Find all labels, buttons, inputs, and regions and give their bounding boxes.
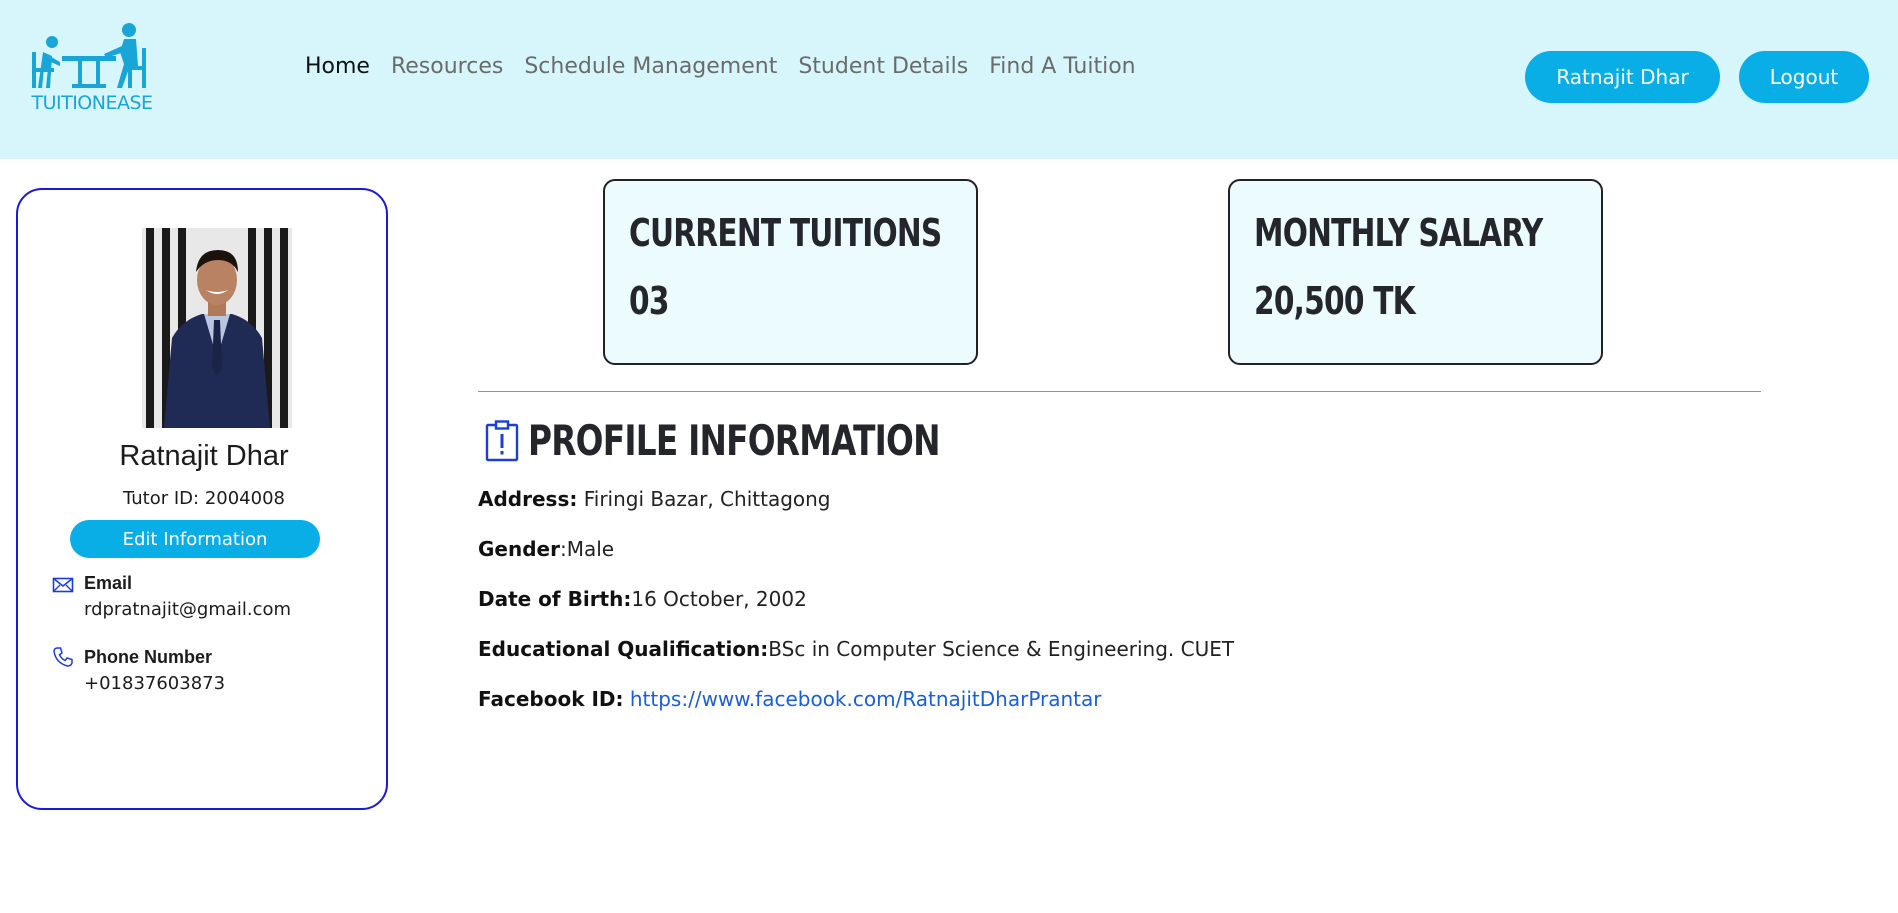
facebook-row: Facebook ID: https://www.facebook.com/Ra… bbox=[478, 687, 1102, 711]
education-value: BSc in Computer Science & Engineering. C… bbox=[768, 637, 1235, 661]
logo[interactable]: TUITIONEASE bbox=[26, 22, 158, 118]
nav-home[interactable]: Home bbox=[305, 54, 370, 79]
user-profile-button[interactable]: Ratnajit Dhar bbox=[1525, 51, 1720, 103]
monthly-salary-card: MONTHLY SALARY 20,500 TK bbox=[1228, 179, 1603, 365]
dob-label: Date of Birth: bbox=[478, 587, 632, 611]
phone-icon bbox=[53, 647, 73, 667]
dob-row: Date of Birth:16 October, 2002 bbox=[478, 587, 807, 611]
current-tuitions-value: 03 bbox=[629, 279, 669, 323]
gender-label: Gender bbox=[478, 537, 560, 561]
main-nav: Home Resources Schedule Management Stude… bbox=[305, 54, 1136, 79]
gender-row: Gender:Male bbox=[478, 537, 614, 561]
facebook-label: Facebook ID: bbox=[478, 687, 624, 711]
avatar bbox=[142, 228, 292, 428]
tutor-desk-logo-icon bbox=[32, 23, 146, 88]
edit-information-button[interactable]: Edit Information bbox=[70, 520, 320, 558]
monthly-salary-label: MONTHLY SALARY bbox=[1254, 211, 1543, 255]
phone-label: Phone Number bbox=[84, 647, 213, 667]
profile-name: Ratnajit Dhar bbox=[119, 440, 289, 472]
nav-student-details[interactable]: Student Details bbox=[798, 54, 968, 79]
address-row: Address: Firingi Bazar, Chittagong bbox=[478, 487, 831, 511]
logout-button[interactable]: Logout bbox=[1739, 51, 1869, 103]
monthly-salary-value: 20,500 TK bbox=[1254, 279, 1416, 323]
current-tuitions-card: CURRENT TUITIONS 03 bbox=[603, 179, 978, 365]
clipboard-alert-icon bbox=[485, 420, 519, 462]
top-navbar: TUITIONEASE Home Resources Schedule Mana… bbox=[0, 0, 1898, 159]
profile-photo bbox=[142, 228, 292, 428]
address-value: Firingi Bazar, Chittagong bbox=[583, 487, 831, 511]
facebook-link[interactable]: https://www.facebook.com/RatnajitDharPra… bbox=[630, 687, 1102, 711]
nav-resources[interactable]: Resources bbox=[391, 54, 503, 79]
dob-value: 16 October, 2002 bbox=[631, 587, 807, 611]
phone-value: +01837603873 bbox=[84, 673, 226, 694]
mail-icon bbox=[52, 577, 74, 593]
section-divider bbox=[478, 391, 1761, 392]
email-value: rdpratnajit@gmail.com bbox=[84, 599, 292, 620]
education-row: Educational Qualification:BSc in Compute… bbox=[478, 637, 1234, 661]
email-label: Email bbox=[84, 573, 133, 593]
education-label: Educational Qualification: bbox=[478, 637, 769, 661]
current-tuitions-label: CURRENT TUITIONS bbox=[629, 211, 942, 255]
logo-text: TUITIONEASE bbox=[31, 92, 153, 114]
profile-card: Ratnajit Dhar Tutor ID: 2004008 Edit Inf… bbox=[16, 188, 388, 810]
tutor-id: Tutor ID: 2004008 bbox=[123, 488, 285, 509]
profile-information-title: PROFILE INFORMATION bbox=[528, 416, 941, 465]
nav-schedule-management[interactable]: Schedule Management bbox=[524, 54, 777, 79]
address-label: Address: bbox=[478, 487, 578, 511]
gender-value: :Male bbox=[559, 537, 615, 561]
nav-find-a-tuition[interactable]: Find A Tuition bbox=[989, 54, 1135, 79]
